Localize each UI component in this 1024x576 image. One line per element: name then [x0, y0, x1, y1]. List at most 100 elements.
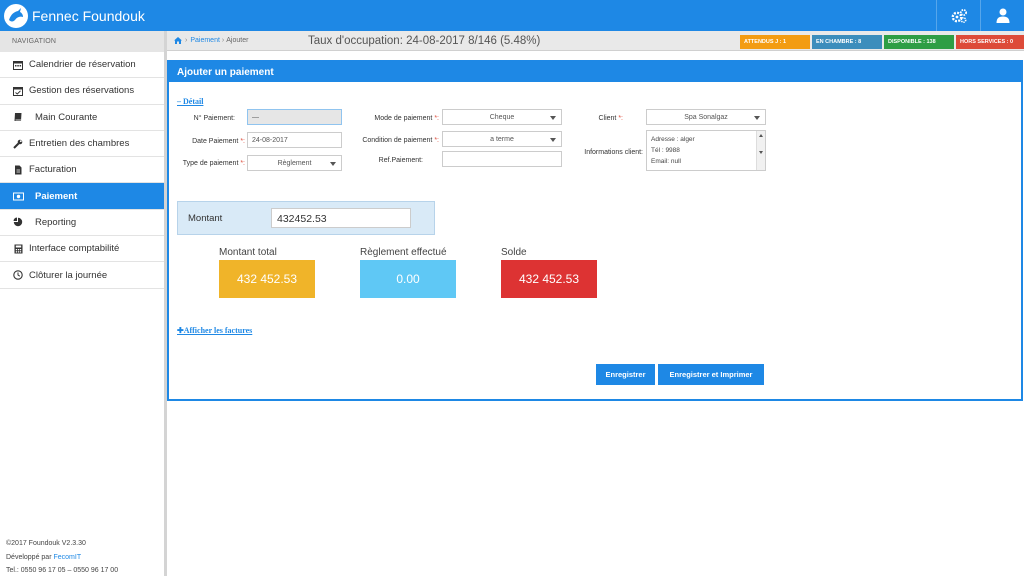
sidebar-item-paiement[interactable]: Paiement — [0, 183, 164, 210]
breadcrumb-current: Ajouter — [226, 37, 249, 44]
solde-label: Solde — [501, 247, 527, 258]
mode-paiement-value: Cheque — [489, 114, 515, 121]
ref-paiement-label: Ref.Paiement: — [378, 157, 423, 164]
num-paiement-label: N° Paiement: — [193, 115, 235, 122]
sidebar-item-cloturer-journee[interactable]: Clôturer la journée — [0, 262, 164, 289]
ref-paiement-input[interactable] — [442, 151, 562, 167]
mode-paiement-label-text: Mode de paiement — [374, 115, 435, 122]
type-paiement-select[interactable]: Règlement — [247, 155, 342, 171]
montant-total-label: Montant total — [219, 247, 277, 258]
sidebar-item-label: Calendrier de réservation — [29, 59, 136, 71]
panel-title: Ajouter un paiement — [169, 62, 1021, 82]
money-icon — [12, 190, 24, 202]
book-icon — [12, 111, 24, 123]
client-value: Spa Sonalgaz — [684, 114, 728, 121]
mode-paiement-label: Mode de paiement *: — [355, 115, 439, 122]
reglement-effectue-value: 0.00 — [360, 260, 456, 298]
sidebar-item-reporting[interactable]: Reporting — [0, 210, 164, 237]
sidebar-item-label: Clôturer la journée — [29, 269, 108, 281]
scroll-up-icon — [759, 134, 763, 137]
pie-chart-icon — [12, 216, 24, 228]
top-bar: Fennec Foundouk — [0, 0, 1024, 31]
brand[interactable]: Fennec Foundouk — [4, 3, 145, 28]
scroll-down-icon — [759, 151, 763, 154]
chevron-down-icon — [754, 116, 760, 120]
file-icon — [12, 164, 24, 176]
sidebar-item-entretien[interactable]: Entretien des chambres — [0, 131, 164, 158]
sidebar: NAVIGATION Calendrier de réservation Ges… — [0, 31, 167, 576]
badge-hors-services[interactable]: HORS SERVICES : 0 — [956, 35, 1024, 49]
type-paiement-label-text: Type de paiement — [182, 160, 241, 167]
detail-toggle-link[interactable]: – Détail — [177, 97, 203, 106]
condition-paiement-label-text: Condition de paiement — [362, 137, 435, 144]
sidebar-item-label: Entretien des chambres — [29, 138, 130, 150]
montant-box: Montant 432452.53 — [177, 201, 435, 235]
client-address: Adresse : alger — [651, 136, 695, 143]
montant-input[interactable]: 432452.53 — [271, 208, 411, 228]
settings-button[interactable] — [936, 0, 980, 31]
breadcrumb-separator: › — [185, 37, 188, 44]
home-icon[interactable] — [174, 37, 182, 44]
sidebar-item-main-courante[interactable]: Main Courante — [0, 105, 164, 131]
client-label: Client *: — [579, 115, 623, 122]
montant-label: Montant — [188, 213, 223, 224]
version-text: ©2017 Foundouk V2.3.30 — [6, 540, 86, 547]
mode-paiement-select[interactable]: Cheque — [442, 109, 562, 125]
fennec-logo-icon — [4, 3, 28, 28]
sidebar-item-label: Gestion des réservations — [29, 85, 135, 97]
show-invoices-link[interactable]: ✚Afficher les factures — [177, 326, 252, 335]
sidebar-item-label: Reporting — [35, 216, 77, 228]
gears-icon — [951, 8, 967, 23]
clock-icon — [12, 269, 24, 281]
condition-paiement-label: Condition de paiement *: — [347, 137, 439, 144]
textarea-scrollbar[interactable] — [756, 131, 765, 170]
sidebar-footer: ©2017 Foundouk V2.3.30 Développé par Fec… — [6, 537, 118, 576]
chevron-down-icon — [550, 138, 556, 142]
reglement-effectue-label: Règlement effectué — [360, 247, 447, 258]
client-phone: Tél : 9988 — [651, 147, 680, 154]
badge-attendus[interactable]: ATTENDUS J : 1 — [740, 35, 810, 49]
num-paiement-input[interactable]: — — [247, 109, 342, 125]
breadcrumb: › Paiement › Ajouter — [174, 37, 248, 44]
sidebar-item-label: Main Courante — [35, 111, 98, 123]
header-strip: › Paiement › Ajouter Taux d'occupation: … — [167, 31, 1024, 51]
montant-total-value: 432 452.53 — [219, 260, 315, 298]
developer-prefix: Développé par — [6, 553, 54, 561]
wrench-icon — [12, 138, 24, 150]
sidebar-item-interface-comptabilite[interactable]: Interface comptabilité — [0, 236, 164, 263]
required-marker: *: — [240, 160, 245, 167]
user-icon — [996, 8, 1009, 23]
sidebar-item-gestion-reservations[interactable]: Gestion des réservations — [0, 78, 164, 105]
save-button[interactable]: Enregistrer — [596, 364, 655, 385]
client-label-text: Client — [598, 115, 619, 122]
required-marker: *: — [434, 115, 439, 122]
sidebar-item-label: Interface comptabilité — [29, 243, 120, 255]
sidebar-item-calendrier[interactable]: Calendrier de réservation — [0, 52, 164, 79]
informations-client-textarea[interactable]: Adresse : alger Tél : 9988 Email: null — [646, 130, 766, 171]
informations-client-label: Informations client: — [584, 149, 643, 156]
date-paiement-label-text: Date Paiement — [192, 138, 241, 145]
sidebar-item-label: Paiement — [35, 190, 78, 202]
save-and-print-button[interactable]: Enregistrer et Imprimer — [658, 364, 764, 385]
sidebar-item-label: Facturation — [29, 164, 77, 176]
developer-link[interactable]: FecomIT — [53, 554, 81, 561]
condition-paiement-value: a terme — [490, 136, 514, 143]
client-select[interactable]: Spa Sonalgaz — [646, 109, 766, 125]
phone-text: Tel.: 0550 96 17 05 – 0550 96 17 00 — [6, 567, 119, 574]
calculator-icon — [12, 243, 24, 255]
required-marker: *: — [434, 137, 439, 144]
user-button[interactable] — [980, 0, 1024, 31]
condition-paiement-select[interactable]: a terme — [442, 131, 562, 147]
solde-value: 432 452.53 — [501, 260, 597, 298]
app-name: Fennec Foundouk — [32, 7, 145, 24]
badge-disponible[interactable]: DISPONIBLE : 138 — [884, 35, 954, 49]
required-marker: *: — [240, 138, 245, 145]
badge-en-chambre[interactable]: EN CHAMBRE : 8 — [812, 35, 882, 49]
sidebar-item-facturation[interactable]: Facturation — [0, 157, 164, 184]
date-paiement-input[interactable]: 24-08-2017 — [247, 132, 342, 148]
calendar-icon — [12, 59, 24, 71]
chevron-down-icon — [330, 162, 336, 166]
chevron-down-icon — [550, 116, 556, 120]
date-paiement-label: Date Paiement *: — [173, 138, 245, 145]
breadcrumb-paiement[interactable]: Paiement — [190, 37, 220, 44]
